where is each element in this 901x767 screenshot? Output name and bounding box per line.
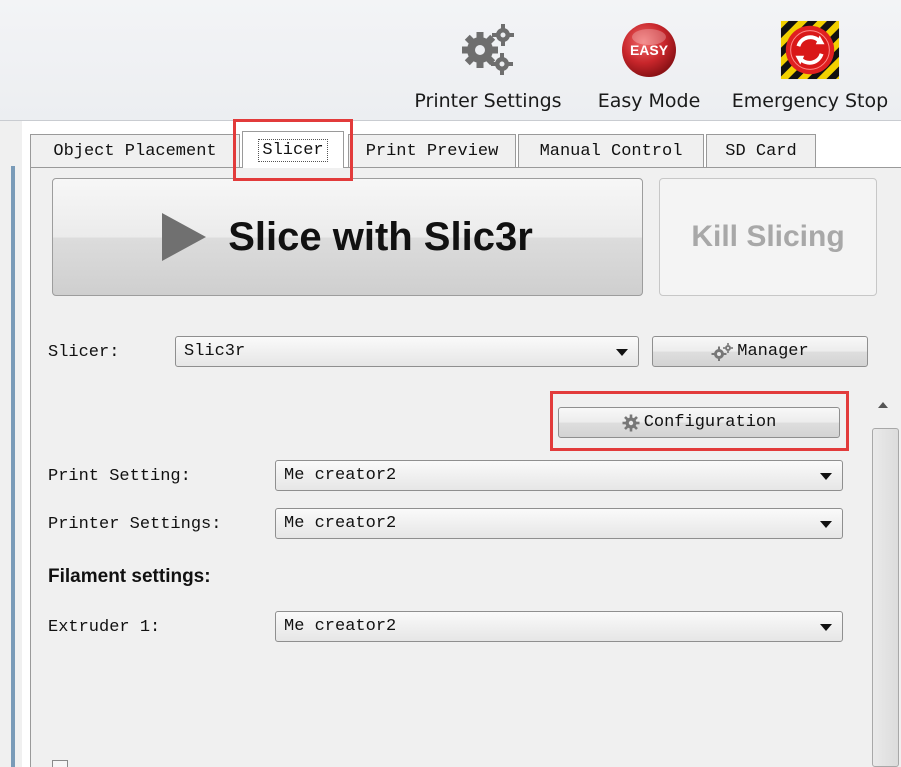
extruder-1-label: Extruder 1: — [48, 618, 161, 637]
easy-mode-icon: EASY — [619, 18, 679, 82]
slicer-label: Slicer: — [48, 343, 120, 362]
configuration-button-label: Configuration — [643, 413, 777, 432]
printer-settings-label: Printer Settings — [414, 90, 562, 112]
configuration-button[interactable]: Configuration — [558, 407, 840, 438]
manager-button[interactable]: Manager — [652, 336, 868, 367]
emergency-stop-label: Emergency Stop — [731, 90, 889, 112]
printer-settings-value: Me creator2 — [284, 514, 397, 533]
gears-icon — [711, 342, 734, 361]
easy-mode-badge-text: EASY — [630, 42, 669, 58]
emergency-stop-button[interactable]: Emergency Stop — [722, 18, 898, 118]
print-setting-label: Print Setting: — [48, 467, 191, 486]
checkbox[interactable] — [52, 760, 68, 767]
play-icon — [162, 213, 207, 261]
printer-settings-select[interactable]: Me creator2 — [275, 508, 843, 539]
chevron-down-icon — [820, 521, 832, 528]
tab-manual-control[interactable]: Manual Control — [518, 134, 704, 167]
left-panel-edge — [0, 121, 22, 767]
kill-slicing-button[interactable]: Kill Slicing — [659, 178, 877, 296]
tab-label: Slicer — [258, 138, 328, 162]
tab-label: Print Preview — [365, 141, 499, 161]
slicer-select[interactable]: Slic3r — [175, 336, 639, 367]
tab-label: SD Card — [725, 141, 797, 161]
scroll-up-arrow-icon[interactable] — [878, 402, 888, 408]
left-panel-border — [11, 166, 15, 767]
toolbar: Printer Settings EASY Easy Mode Emergenc… — [0, 0, 901, 121]
filament-settings-heading: Filament settings: — [48, 566, 211, 587]
chevron-down-icon — [616, 349, 628, 356]
print-setting-select[interactable]: Me creator2 — [275, 460, 843, 491]
tab-slicer[interactable]: Slicer — [242, 131, 344, 168]
extruder-1-value: Me creator2 — [284, 617, 397, 636]
app-window: Printer Settings EASY Easy Mode Emergenc… — [0, 0, 901, 767]
kill-slicing-label: Kill Slicing — [691, 220, 845, 253]
slice-button-label: Slice with Slic3r — [228, 214, 533, 259]
printer-settings-field-label: Printer Settings: — [48, 515, 222, 534]
tab-label: Manual Control — [539, 141, 683, 161]
tab-sd-card[interactable]: SD Card — [706, 134, 816, 167]
chevron-down-icon — [820, 473, 832, 480]
tab-object-placement[interactable]: Object Placement — [30, 134, 240, 167]
tab-label: Object Placement — [53, 141, 217, 161]
vertical-scrollbar[interactable] — [868, 388, 901, 767]
scrollbar-thumb[interactable] — [872, 428, 899, 767]
print-setting-value: Me creator2 — [284, 466, 397, 485]
easy-mode-label: Easy Mode — [597, 90, 701, 112]
emergency-stop-icon — [780, 18, 840, 82]
slicer-select-value: Slic3r — [184, 342, 246, 361]
tab-print-preview[interactable]: Print Preview — [348, 134, 516, 167]
slice-button[interactable]: Slice with Slic3r — [52, 178, 643, 296]
gear-icon — [622, 414, 640, 432]
manager-button-label: Manager — [737, 342, 809, 361]
gears-icon — [458, 18, 518, 82]
easy-mode-button[interactable]: EASY Easy Mode — [585, 18, 713, 118]
printer-settings-button[interactable]: Printer Settings — [405, 18, 571, 118]
extruder-1-select[interactable]: Me creator2 — [275, 611, 843, 642]
chevron-down-icon — [820, 624, 832, 631]
